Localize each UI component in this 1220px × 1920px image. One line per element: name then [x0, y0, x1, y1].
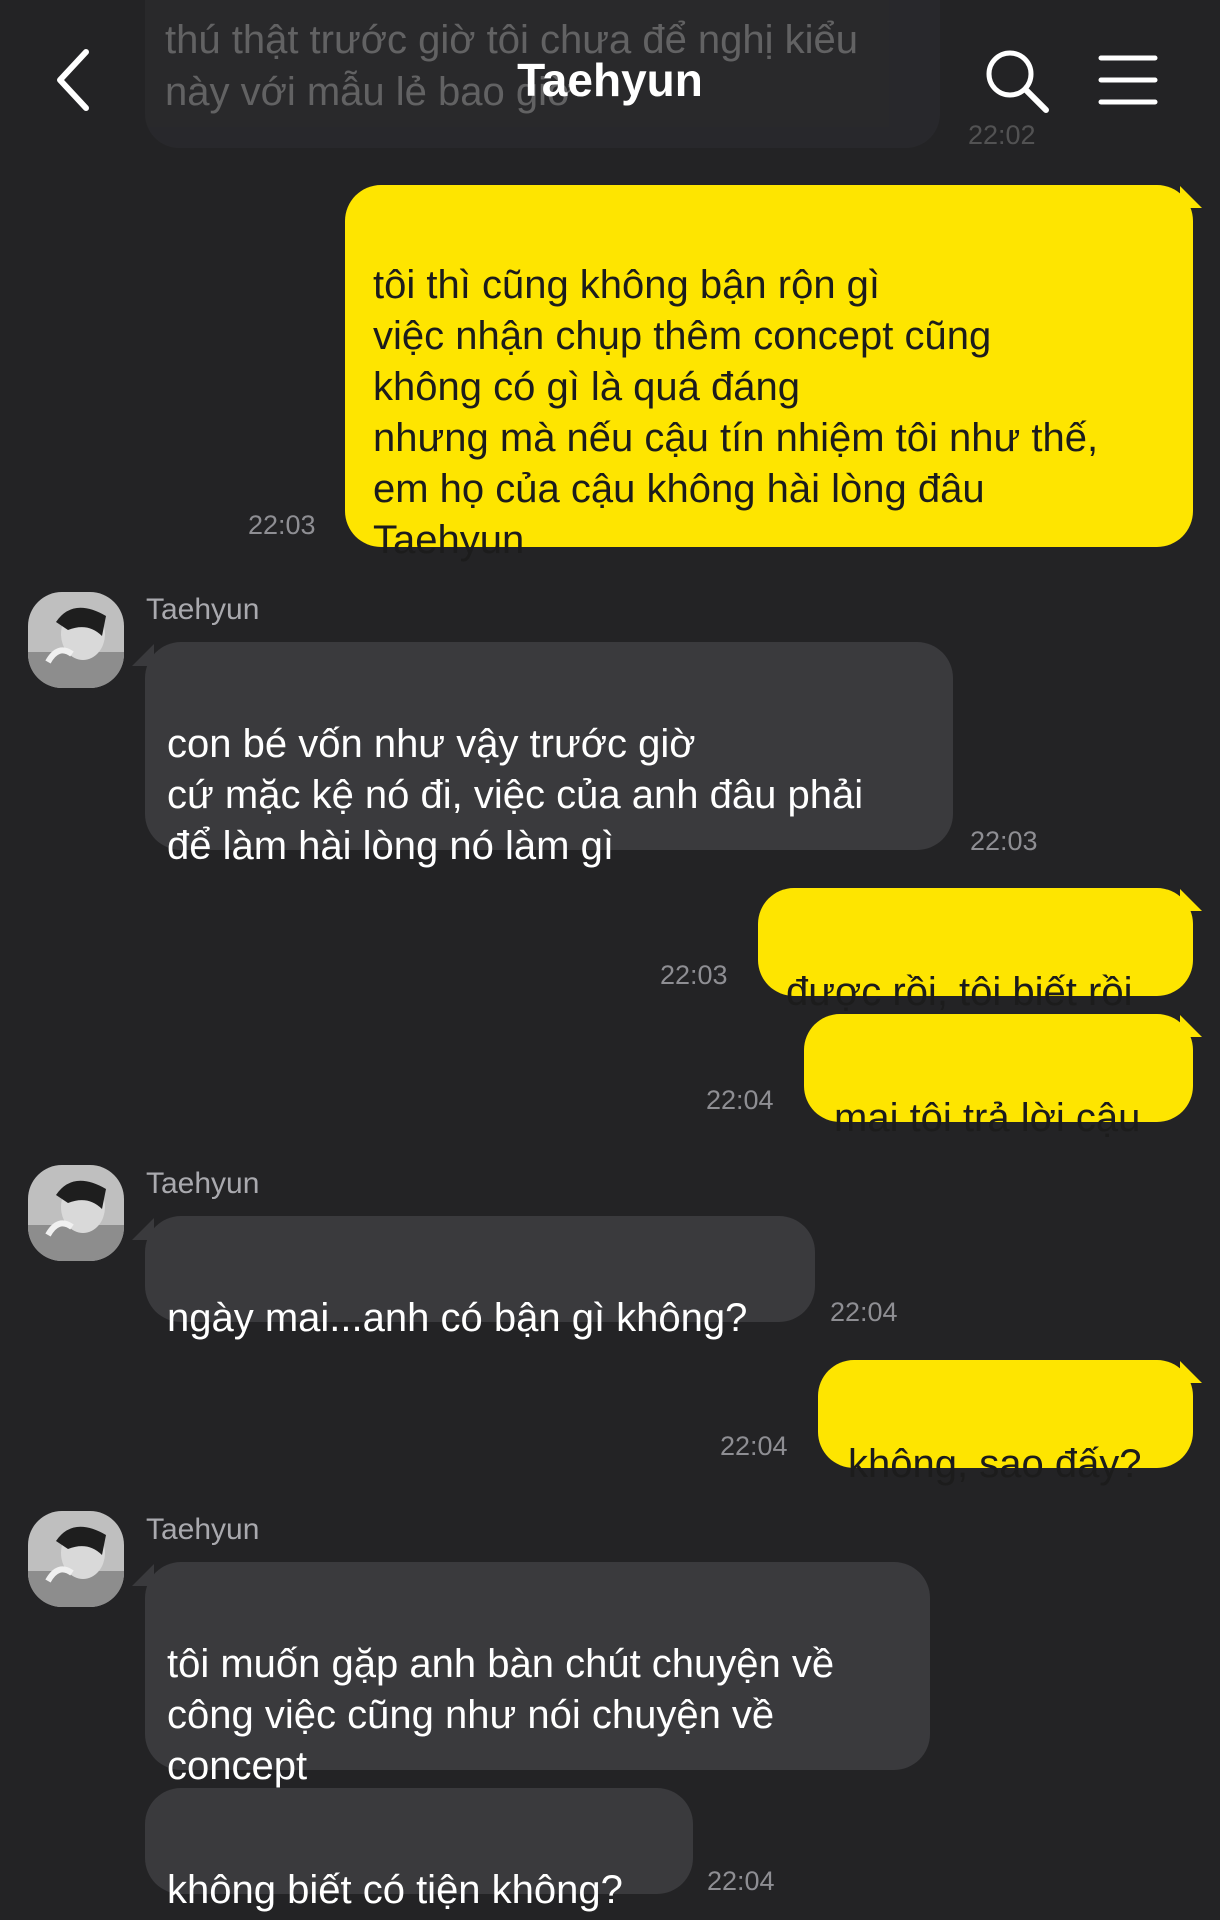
avatar[interactable] [28, 1165, 124, 1261]
hamburger-menu-icon[interactable] [1095, 50, 1161, 110]
message-text: tôi muốn gặp anh bàn chút chuyện về công… [167, 1642, 835, 1788]
message-time: 22:03 [970, 826, 1038, 856]
bubble-tail [132, 1218, 154, 1240]
message-time: 22:04 [830, 1297, 898, 1327]
outgoing-message-bubble[interactable]: mai tôi trả lời cậu [804, 1014, 1193, 1140]
search-icon[interactable] [980, 44, 1054, 118]
message-time: 22:03 [248, 510, 316, 540]
bubble-tail [132, 644, 154, 666]
message-text: được rồi, tôi biết rồi [786, 970, 1133, 1014]
bubble-tail [1180, 1361, 1202, 1383]
outgoing-message-bubble[interactable]: không, sao đấy? [818, 1360, 1193, 1486]
outgoing-message-bubble[interactable]: tôi thì cũng không bận rộn gì việc nhận … [345, 185, 1193, 562]
message-text: ngày mai...anh có bận gì không? [167, 1296, 748, 1340]
incoming-message-bubble[interactable]: không biết có tiện không? [145, 1788, 693, 1912]
avatar[interactable] [28, 592, 124, 688]
message-time: 22:04 [706, 1085, 774, 1115]
incoming-message-bubble[interactable]: ngày mai...anh có bận gì không? [145, 1216, 815, 1340]
message-text: không biết có tiện không? [167, 1868, 623, 1912]
bubble-tail [1180, 186, 1202, 208]
message-time: 22:04 [707, 1866, 775, 1896]
outgoing-message-bubble[interactable]: được rồi, tôi biết rồi [758, 888, 1193, 1014]
sender-name: Taehyun [146, 1167, 260, 1200]
incoming-message-bubble[interactable]: tôi muốn gặp anh bàn chút chuyện về công… [145, 1562, 930, 1788]
bubble-tail [1180, 1015, 1202, 1037]
bubble-tail [132, 1564, 154, 1586]
message-time: 22:03 [660, 960, 728, 990]
avatar[interactable] [28, 1511, 124, 1607]
chevron-left-icon[interactable] [48, 42, 108, 118]
chat-title: Taehyun [517, 54, 703, 106]
sender-name: Taehyun [146, 593, 260, 626]
message-text: tôi thì cũng không bận rộn gì việc nhận … [373, 263, 1099, 562]
message-text: không, sao đấy? [848, 1442, 1142, 1486]
bubble-tail [1180, 889, 1202, 911]
message-time: 22:04 [720, 1431, 788, 1461]
incoming-message-bubble[interactable]: con bé vốn như vậy trước giờ cứ mặc kệ n… [145, 642, 953, 868]
message-text: mai tôi trả lời cậu [834, 1096, 1141, 1140]
previous-message-time: 22:02 [968, 120, 1036, 150]
message-text: con bé vốn như vậy trước giờ cứ mặc kệ n… [167, 722, 864, 868]
sender-name: Taehyun [146, 1513, 260, 1546]
